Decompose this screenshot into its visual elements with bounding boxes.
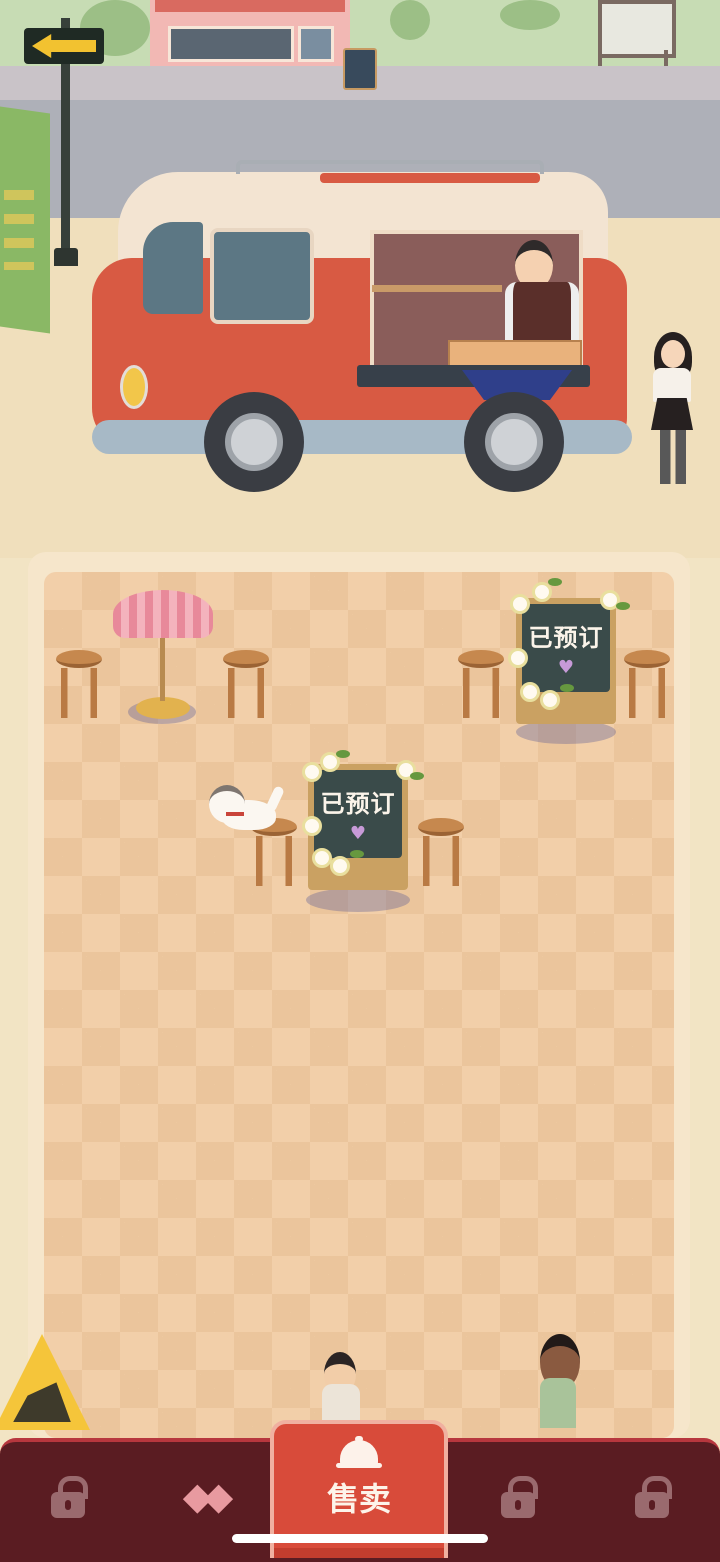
- heart-icon: ♥: [557, 657, 575, 678]
- nav-item-locked-3[interactable]: [588, 1448, 716, 1544]
- chalkboard: 已预订 ♥: [522, 604, 610, 692]
- flower-decoration: [312, 848, 332, 868]
- wheel-hub: [225, 413, 283, 471]
- umbrella-pole: [160, 635, 165, 701]
- banner-decoration: [4, 190, 34, 270]
- flower-decoration: [540, 690, 560, 710]
- reserved-sign-right[interactable]: 已预订 ♥: [516, 598, 616, 724]
- home-indicator[interactable]: [232, 1534, 488, 1543]
- lock-icon: [635, 1476, 672, 1518]
- flower-decoration: [520, 682, 540, 702]
- lock-icon: [51, 1476, 88, 1518]
- reserved-text: 已预订: [528, 624, 604, 652]
- menu-easel: [343, 48, 377, 90]
- leaf-decoration: [336, 750, 350, 758]
- flower-decoration: [510, 594, 530, 614]
- flower-decoration: [532, 582, 552, 602]
- cat-collar: [226, 812, 244, 816]
- food-van-stripe: [320, 173, 540, 183]
- cat-head: [209, 785, 245, 823]
- flower-decoration: [302, 816, 322, 836]
- nav-item-interact[interactable]: ◆◆: [140, 1448, 268, 1544]
- flower-decoration: [508, 648, 528, 668]
- van-front-wheel: [204, 392, 304, 492]
- customer-waiting[interactable]: [322, 1384, 360, 1422]
- food-van-side-window: [210, 228, 314, 324]
- van-headlight: [120, 365, 148, 409]
- girl-customer[interactable]: [653, 368, 691, 402]
- nav-item-locked-2[interactable]: [454, 1448, 582, 1544]
- lock-icon: [501, 1476, 538, 1518]
- umbrella-table[interactable]: [113, 590, 213, 638]
- girl-customer-skirt: [651, 398, 693, 430]
- table-shadow: [306, 888, 410, 912]
- shop-sign: [155, 0, 345, 12]
- girl-customer-legs: [660, 430, 686, 484]
- food-van-roof-rack: [236, 160, 544, 174]
- stool[interactable]: [624, 650, 670, 718]
- food-van-windshield: [143, 222, 203, 314]
- shop-door: [298, 26, 334, 62]
- hands-icon: ◆◆: [182, 1474, 234, 1518]
- chalkboard: 已预订 ♥: [314, 770, 402, 858]
- food-van-shelf: [372, 285, 502, 292]
- van-rear-wheel: [464, 392, 564, 492]
- stool[interactable]: [418, 818, 464, 886]
- flower-decoration: [330, 856, 350, 876]
- reserved-text: 已预订: [320, 790, 396, 818]
- nav-item-locked-1[interactable]: [4, 1448, 132, 1544]
- leaf-decoration: [350, 850, 364, 858]
- girl-customer-face: [661, 340, 685, 368]
- stool[interactable]: [56, 650, 102, 718]
- wheel-hub: [485, 413, 543, 471]
- customer-waiting[interactable]: [540, 1378, 576, 1428]
- vendor-character[interactable]: [505, 282, 579, 344]
- shop-window: [168, 26, 294, 62]
- flower-decoration: [302, 762, 322, 782]
- stool[interactable]: [458, 650, 504, 718]
- sell-label: 售卖: [326, 1480, 391, 1518]
- tree: [500, 0, 560, 30]
- leaf-decoration: [410, 772, 424, 780]
- stool[interactable]: [223, 650, 269, 718]
- leaf-decoration: [616, 602, 630, 610]
- lamp-post-base: [54, 248, 78, 266]
- tree: [390, 0, 430, 40]
- leaf-decoration: [548, 578, 562, 586]
- bell-icon: [336, 1436, 382, 1470]
- leaf-decoration: [560, 684, 574, 692]
- heart-icon: ♥: [349, 823, 367, 844]
- reserved-sign-middle[interactable]: 已预订 ♥: [308, 764, 408, 890]
